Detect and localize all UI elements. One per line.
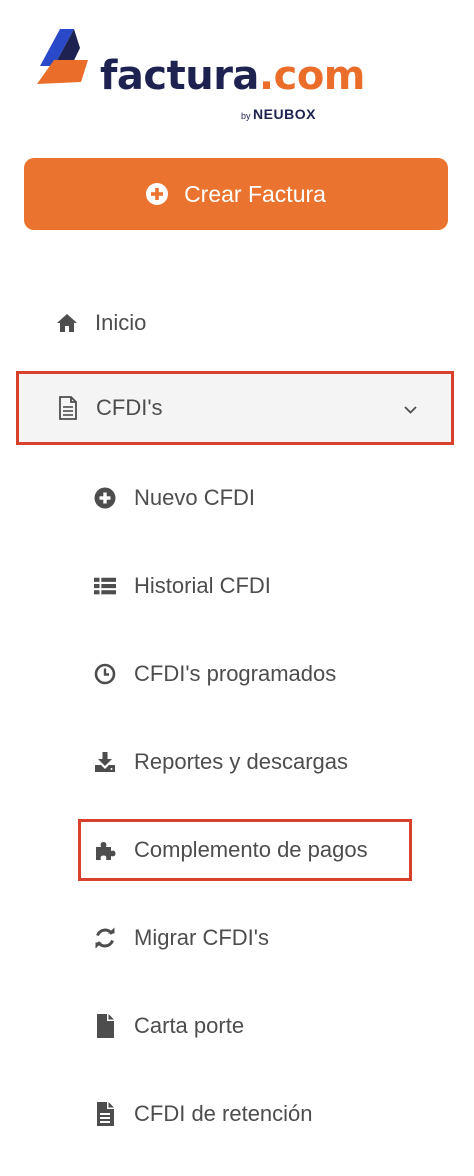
create-invoice-label: Crear Factura [184, 180, 326, 207]
sidebar-subitem-cfdis-programados[interactable]: CFDI's programados [0, 646, 474, 702]
brand-name: factura.com [100, 53, 366, 99]
file-text-icon [94, 1102, 116, 1126]
sidebar-subitem-historial-cfdi[interactable]: Historial CFDI [0, 558, 474, 614]
file-icon [94, 1014, 116, 1038]
sidebar-subitem-carta-porte[interactable]: Carta porte [0, 998, 474, 1054]
sidebar-item-label: Historial CFDI [134, 573, 271, 598]
sidebar-item-label: CFDI's [96, 395, 163, 420]
chevron-down-icon [404, 406, 417, 414]
sidebar-subitem-migrar-cfdis[interactable]: Migrar CFDI's [0, 910, 474, 966]
document-icon [57, 396, 79, 420]
sidebar-subitem-nuevo-cfdi[interactable]: Nuevo CFDI [0, 470, 474, 526]
byline-prefix: by [241, 111, 251, 121]
sidebar-item-label: Nuevo CFDI [134, 485, 256, 510]
brand-logo[interactable]: factura.com by NEUBOX [34, 26, 366, 122]
plus-circle-icon [146, 183, 169, 205]
brand-name-tld: .com [258, 53, 366, 99]
clock-icon [94, 663, 116, 685]
list-icon [94, 575, 116, 597]
download-icon [94, 751, 116, 773]
plus-circle-icon [94, 487, 116, 509]
sidebar-item-cfdis[interactable]: CFDI's [16, 371, 454, 445]
byline-company: NEUBOX [253, 106, 316, 122]
sidebar-subitem-reportes-descargas[interactable]: Reportes y descargas [0, 734, 474, 790]
brand-name-main: factura [100, 53, 259, 99]
sidebar-item-label: CFDI's programados [134, 661, 337, 686]
home-icon [56, 312, 78, 334]
sidebar-item-label: Inicio [95, 310, 147, 335]
sidebar-item-inicio[interactable]: Inicio [0, 295, 474, 351]
create-invoice-button[interactable]: Crear Factura [24, 158, 448, 230]
refresh-icon [94, 927, 116, 949]
sidebar-subitem-complemento-pagos[interactable]: Complemento de pagos [0, 822, 474, 878]
sidebar-item-label: Complemento de pagos [134, 837, 368, 862]
sidebar-item-label: Migrar CFDI's [134, 925, 269, 950]
sidebar-item-label: CFDI de retención [134, 1101, 313, 1126]
factura-logo-mark-icon [37, 29, 88, 84]
brand-byline: by NEUBOX [241, 106, 316, 122]
sidebar-item-label: Reportes y descargas [134, 749, 348, 774]
sidebar-subitem-cfdi-retencion[interactable]: CFDI de retención [0, 1086, 474, 1142]
sidebar-item-label: Carta porte [134, 1013, 245, 1038]
puzzle-icon [94, 839, 116, 861]
